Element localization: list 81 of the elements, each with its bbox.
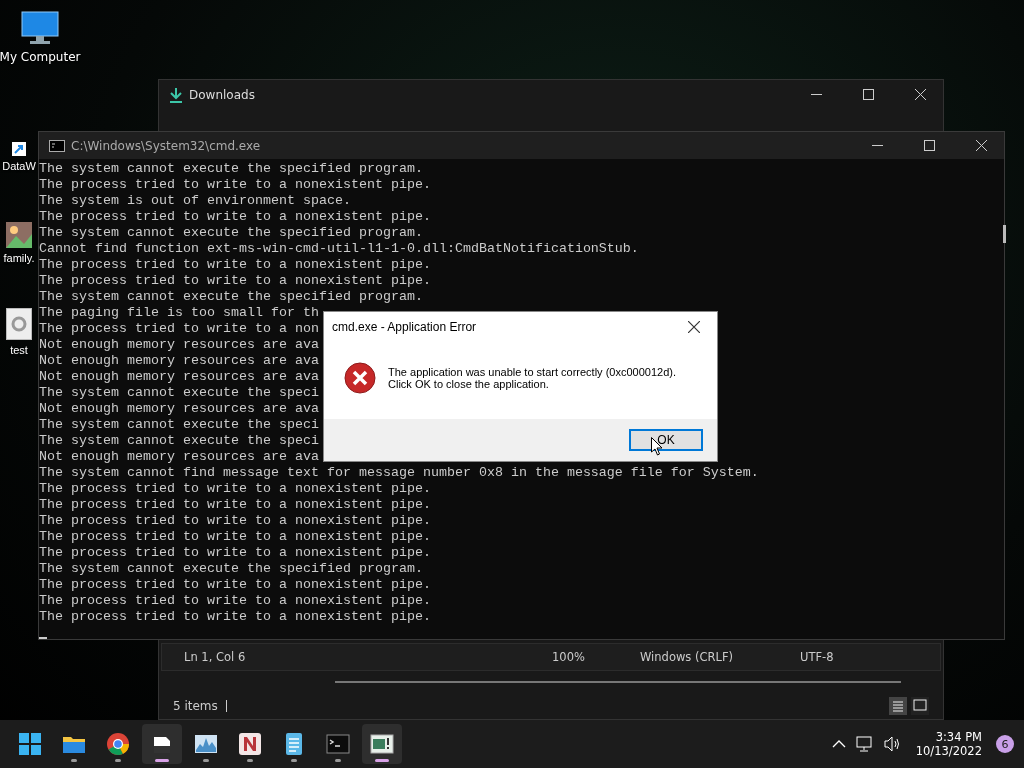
status-bar-item: UTF-8 (799, 650, 835, 664)
running-indicator (71, 759, 77, 762)
window-title: C:\Windows\System32\cmd.exe (71, 138, 262, 153)
horizontal-scrollbar[interactable] (335, 681, 901, 683)
desktop-icon-label[interactable]: DataW (2, 160, 36, 172)
tiles-view-icon[interactable] (911, 697, 929, 715)
maximize-icon[interactable] (923, 140, 935, 151)
console-line: The system cannot execute the specified program. (39, 225, 423, 241)
app-window-icon[interactable] (370, 734, 394, 754)
console-line: The process tried to write to a nonexistent pipe. (39, 593, 431, 609)
running-indicator (375, 759, 389, 762)
console-line: The process tried to write to a nonexistent pipe. (39, 609, 431, 625)
console-line: The system cannot execute the speci (39, 417, 319, 433)
clock-time[interactable]: 3:34 PM (935, 730, 982, 744)
console-line: The process tried to write to a nonexistent pipe. (39, 209, 431, 225)
status-bar-item: Ln 1, Col 6 (183, 650, 247, 664)
console-line: The system cannot execute the speci (39, 385, 319, 401)
console-line: The paging file is too small for th (39, 305, 319, 321)
item-count: 5 items (173, 699, 218, 713)
running-indicator (291, 759, 297, 762)
network-icon[interactable] (855, 736, 874, 752)
document-icon[interactable] (154, 737, 170, 753)
maximize-icon[interactable] (862, 89, 874, 100)
console-line: The process tried to write to a nonexistent pipe. (39, 481, 431, 497)
console-line: Not enough memory resources are ava (39, 401, 319, 417)
running-indicator (155, 759, 169, 762)
console-line: The system cannot execute the specified program. (39, 161, 423, 177)
error-icon (344, 361, 376, 394)
windows-start-icon[interactable] (19, 733, 41, 755)
console-line: Not enough memory resources are ava (39, 449, 319, 465)
console-line: The system cannot execute the speci (39, 433, 319, 449)
desktop-icon-label[interactable]: test (10, 344, 28, 356)
error-message: Click OK to close the application. (388, 377, 550, 390)
console-line: The system cannot execute the specified program. (39, 289, 423, 305)
folder-icon[interactable] (63, 737, 85, 753)
console-line: The system is out of environment space. (39, 193, 351, 209)
console-line: Not enough memory resources are ava (39, 369, 319, 385)
console-line: The process tried to write to a nonexistent pipe. (39, 529, 431, 545)
running-indicator (115, 759, 121, 762)
console-line: The process tried to write to a nonexistent pipe. (39, 257, 431, 273)
console-line: Not enough memory resources are ava (39, 337, 319, 353)
image-file-icon (6, 222, 32, 248)
clock-date[interactable]: 10/13/2022 (915, 744, 982, 758)
text-cursor (39, 637, 47, 639)
dialog-title: cmd.exe - Application Error (332, 320, 478, 334)
browser-icon[interactable] (107, 733, 129, 755)
n-app-icon[interactable] (239, 733, 261, 755)
status-bar-item: Windows (CRLF) (639, 650, 734, 664)
desktop-icon-label[interactable]: My Computer (0, 50, 81, 64)
console-line: The process tried to write to a nonexistent pipe. (39, 497, 431, 513)
close-icon[interactable] (688, 321, 700, 333)
running-indicator (335, 759, 341, 762)
speaker-icon[interactable] (883, 736, 902, 752)
download-icon (169, 86, 183, 103)
console-line: The system cannot find message text for message number 0x8 in the message file for System. (39, 465, 759, 481)
running-indicator (247, 759, 253, 762)
graph-icon[interactable] (195, 735, 217, 753)
console-line: The process tried to write to a nonexistent pipe. (39, 273, 431, 289)
terminal-icon[interactable] (326, 734, 350, 754)
shortcut-icon (12, 142, 26, 156)
desktop-icon-label[interactable]: family. (3, 252, 35, 264)
window-title: Downloads (189, 87, 256, 102)
details-view-icon[interactable] (889, 697, 907, 715)
console-line: The system cannot execute the specified program. (39, 561, 423, 577)
console-line: The process tried to write to a nonexistent pipe. (39, 577, 431, 593)
console-line: The process tried to write to a nonexistent pipe. (39, 513, 431, 529)
error-message: The application was unable to start correctly (0xc000012d). (388, 365, 676, 378)
console-line: The process tried to write to a nonexistent pipe. (39, 177, 431, 193)
console-line: The process tried to write to a non (39, 321, 319, 337)
console-app-icon (49, 139, 65, 152)
running-indicator (203, 759, 209, 762)
console-line: The process tried to write to a nonexistent pipe. (39, 545, 431, 561)
scrollbar-thumb[interactable] (1003, 225, 1006, 243)
notification-badge[interactable]: 6 (996, 735, 1014, 753)
status-bar-item: 100% (551, 650, 586, 664)
gear-file-icon (6, 308, 32, 340)
console-line: Cannot find function ext-ms-win-cmd-util-l1-1-0.dll:CmdBatNotificationStub. (39, 241, 639, 257)
ok-button[interactable]: OK (629, 429, 703, 451)
chevron-up-icon[interactable] (831, 740, 846, 748)
monitor-icon (20, 10, 60, 46)
console-line: Not enough memory resources are ava (39, 353, 319, 369)
